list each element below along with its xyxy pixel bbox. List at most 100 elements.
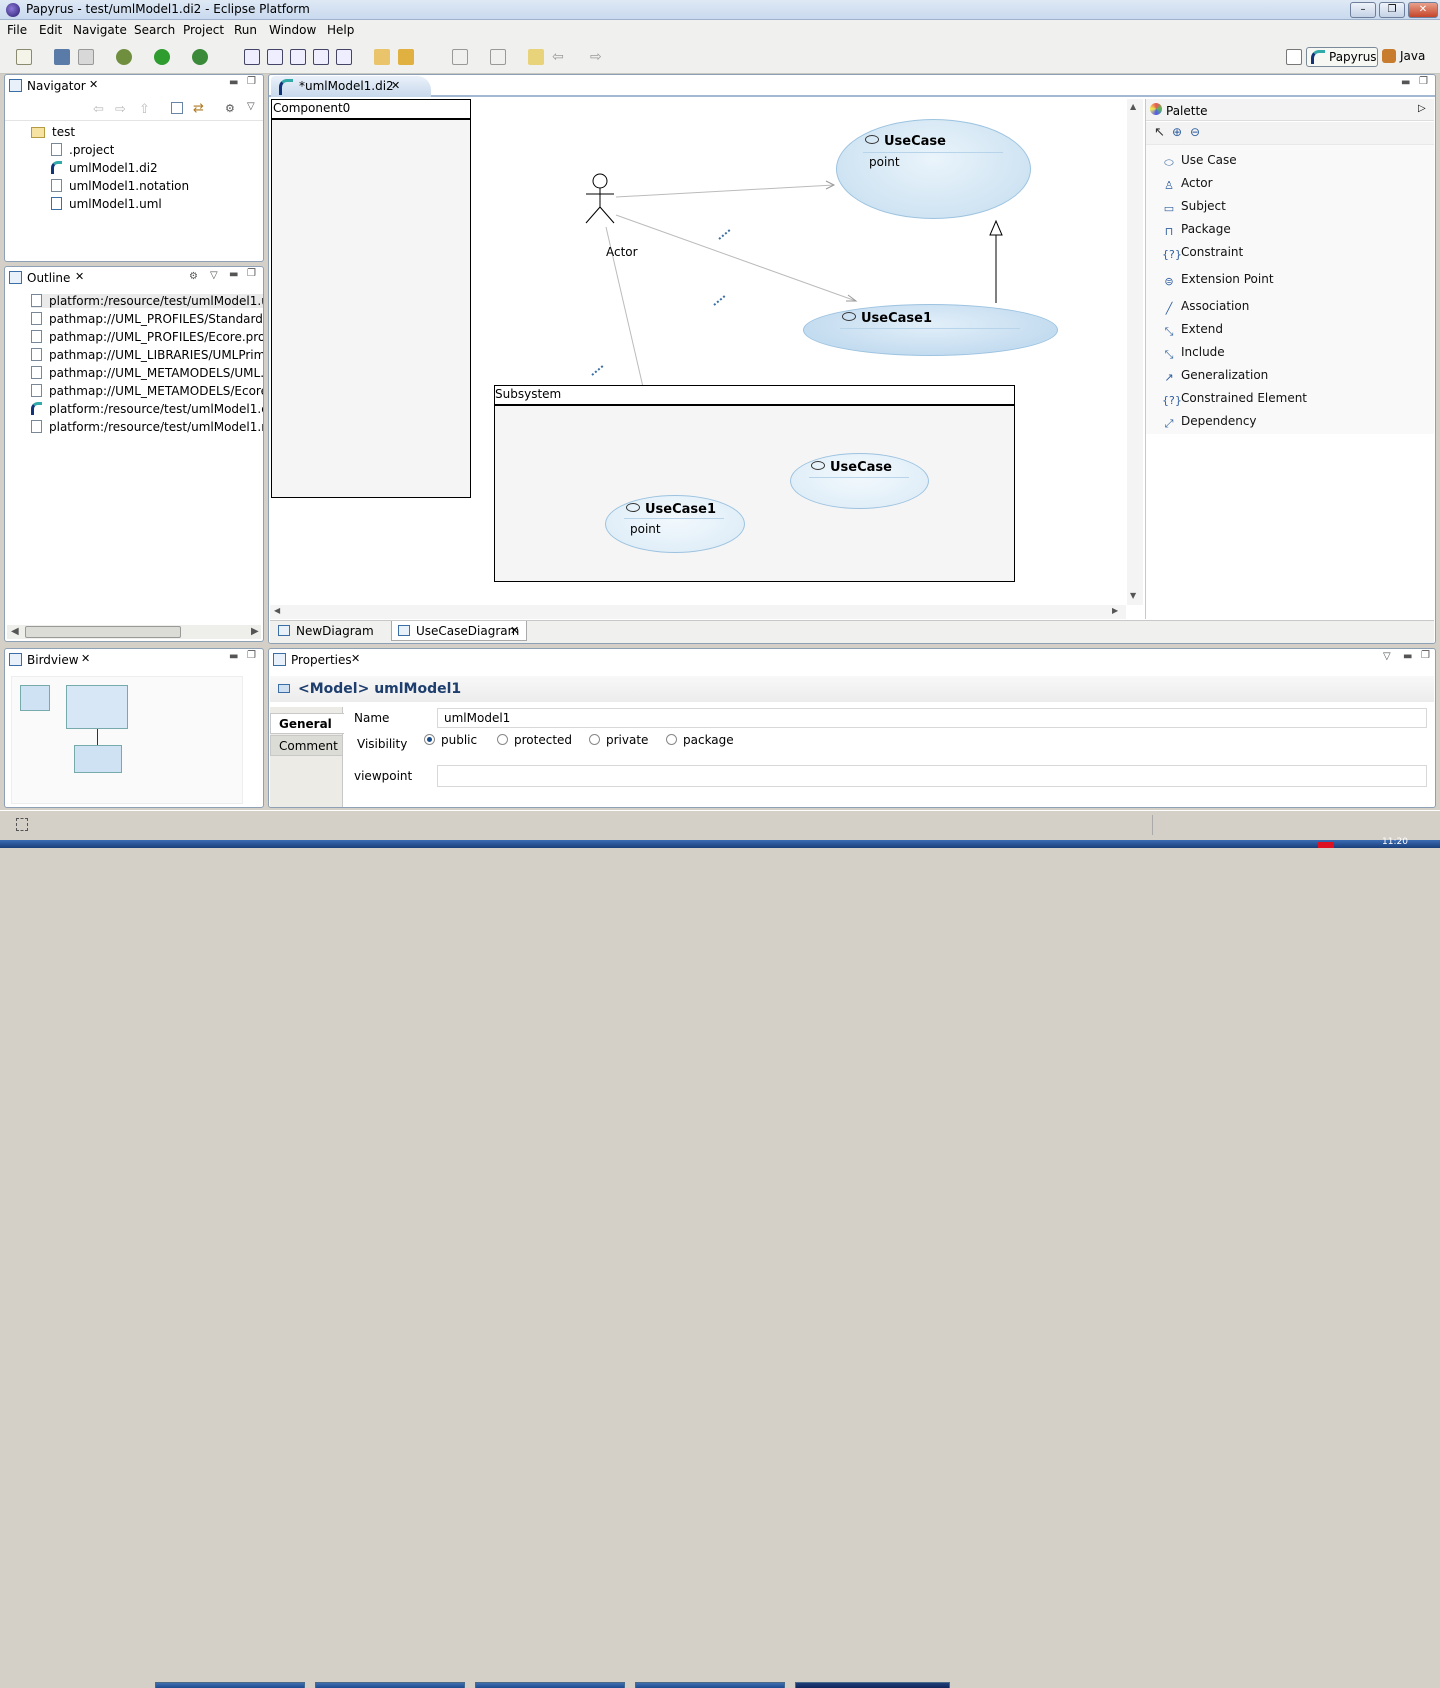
palette-item-extension-point[interactable]: ⊜ Extension Point <box>1162 272 1273 288</box>
menu-file[interactable]: File <box>7 23 27 37</box>
fast-view-icon[interactable] <box>16 818 28 831</box>
save-icon[interactable] <box>54 49 70 65</box>
tab-newdiagram[interactable]: NewDiagram <box>272 621 390 641</box>
palette-item-constraint[interactable]: {?}Constraint <box>1162 245 1243 261</box>
minimize-view-icon[interactable]: ▬ <box>1401 77 1410 88</box>
taskbar-button[interactable] <box>155 1682 305 1688</box>
run-icon[interactable] <box>154 49 170 65</box>
palette-item-extend[interactable]: ⤡ Extend <box>1162 322 1223 338</box>
visibility-public[interactable]: public <box>424 733 477 747</box>
link-editor-icon[interactable]: ⇄ <box>193 101 204 116</box>
maximize-view-icon[interactable]: ❐ <box>1421 650 1430 661</box>
minimize-view-icon[interactable]: ▬ <box>229 651 238 662</box>
birdview-tab[interactable]: Birdview ✕ <box>5 649 105 671</box>
route-icon[interactable] <box>336 49 352 65</box>
select-tool-icon[interactable]: ↖ <box>1154 125 1165 140</box>
outline-item[interactable]: pathmap://UML_LIBRARIES/UMLPrimitiv <box>31 348 263 362</box>
scroll-right-icon[interactable]: ▶ <box>251 626 259 637</box>
close-icon[interactable]: ✕ <box>351 652 360 665</box>
layout-icon[interactable] <box>244 49 260 65</box>
tray-icon[interactable] <box>1318 842 1334 848</box>
canvas-vertical-scrollbar[interactable]: ▲ ▼ <box>1127 99 1143 605</box>
palette-collapse-icon[interactable]: ▷ <box>1418 103 1426 114</box>
palette-item-include[interactable]: ⤡ Include <box>1162 345 1225 361</box>
close-icon[interactable]: ✕ <box>75 270 84 283</box>
component-node[interactable]: Component0 <box>271 99 471 498</box>
birdview-thumbnail[interactable] <box>11 676 243 804</box>
menu-help[interactable]: Help <box>327 23 354 37</box>
arrange-icon[interactable] <box>313 49 329 65</box>
maximize-view-icon[interactable]: ❐ <box>1419 76 1428 87</box>
menu-run[interactable]: Run <box>234 23 257 37</box>
association-line[interactable] <box>615 214 857 302</box>
back-icon[interactable]: ⇦ <box>552 49 568 65</box>
scroll-down-icon[interactable]: ▼ <box>1130 591 1136 600</box>
external-tools-icon[interactable] <box>192 49 208 65</box>
palette-item-association[interactable]: ╱ Association <box>1162 299 1250 315</box>
zoom-in-icon[interactable]: ⊕ <box>1172 125 1182 139</box>
close-button[interactable]: ✕ <box>1408 2 1438 18</box>
tree-item-project[interactable]: test <box>31 125 75 139</box>
menu-navigate[interactable]: Navigate <box>73 23 127 37</box>
close-icon[interactable]: ✕ <box>89 78 98 91</box>
taskbar-button[interactable] <box>795 1682 950 1688</box>
visibility-private[interactable]: private <box>589 733 648 747</box>
palette-item-actor[interactable]: ♙ Actor <box>1162 176 1213 192</box>
align-icon[interactable] <box>267 49 283 65</box>
palette-item-constrained-element[interactable]: {?}Constrained Element <box>1162 391 1307 407</box>
taskbar-button[interactable] <box>635 1682 785 1688</box>
outline-item[interactable]: pathmap://UML_METAMODELS/UML.m <box>31 366 263 380</box>
palette-item-dependency[interactable]: ⤢ Dependency <box>1162 414 1257 430</box>
diagram-canvas[interactable]: Component0 Actor UseCase point UseCase1 … <box>270 99 1126 605</box>
close-icon[interactable]: ✕ <box>510 624 519 637</box>
palette-item-generalization[interactable]: ↗ Generalization <box>1162 368 1268 384</box>
visibility-protected[interactable]: protected <box>497 733 572 747</box>
debug-icon[interactable] <box>116 49 132 65</box>
subsystem-node[interactable]: Subsystem <box>494 385 1015 582</box>
visibility-package[interactable]: package <box>666 733 734 747</box>
next-annotation-icon[interactable] <box>452 49 468 65</box>
minimize-view-icon[interactable]: ▬ <box>1403 651 1412 662</box>
view-menu-icon[interactable]: ▽ <box>247 101 255 112</box>
navigator-tab[interactable]: Navigator ✕ <box>5 75 115 97</box>
taskbar-button[interactable] <box>475 1682 625 1688</box>
forward-icon[interactable]: ⇨ <box>115 102 126 117</box>
properties-tab[interactable]: Properties ✕ <box>269 649 369 671</box>
maximize-button[interactable]: ❐ <box>1379 2 1405 18</box>
open-folder-icon[interactable] <box>374 49 390 65</box>
taskbar-button[interactable] <box>315 1682 465 1688</box>
collapse-all-icon[interactable] <box>171 102 183 114</box>
tree-item-file[interactable]: umlModel1.notation <box>51 179 189 193</box>
maximize-view-icon[interactable]: ❐ <box>247 650 256 661</box>
scroll-left-icon[interactable]: ◀ <box>11 626 19 637</box>
scroll-left-icon[interactable]: ◀ <box>274 606 280 615</box>
usecase-node[interactable]: UseCase1 <box>803 304 1058 356</box>
menu-window[interactable]: Window <box>269 23 316 37</box>
zoom-out-icon[interactable]: ⊖ <box>1190 125 1200 139</box>
viewpoint-field[interactable] <box>437 765 1427 787</box>
maximize-view-icon[interactable]: ❐ <box>247 76 256 87</box>
tab-general[interactable]: General <box>270 713 344 734</box>
scrollbar-thumb[interactable] <box>25 626 181 638</box>
association-line[interactable] <box>615 184 835 198</box>
print-icon[interactable] <box>78 49 94 65</box>
new-icon[interactable] <box>16 49 32 65</box>
tree-item-file[interactable]: umlModel1.uml <box>51 197 162 211</box>
actor-figure[interactable] <box>583 173 617 227</box>
up-icon[interactable]: ⇧ <box>139 102 150 117</box>
horizontal-scrollbar[interactable]: ◀ ▶ <box>7 625 261 639</box>
tree-item-file[interactable]: umlModel1.di2 <box>51 161 158 175</box>
menu-search[interactable]: Search <box>134 23 175 37</box>
name-field[interactable]: umlModel1 <box>437 708 1427 728</box>
menu-edit[interactable]: Edit <box>39 23 62 37</box>
palette-item-subject[interactable]: ▭ Subject <box>1162 199 1226 215</box>
minimize-view-icon[interactable]: ▬ <box>229 269 238 280</box>
palette-item-package[interactable]: ⊓ Package <box>1162 222 1231 238</box>
view-menu-icon[interactable]: ▽ <box>210 270 218 281</box>
outline-item[interactable]: pathmap://UML_PROFILES/Standard.pro <box>31 312 263 326</box>
open-perspective-icon[interactable] <box>1286 49 1302 65</box>
view-menu-icon[interactable]: ▽ <box>1383 651 1391 662</box>
perspective-papyrus[interactable]: Papyrus <box>1306 47 1378 67</box>
outline-tab[interactable]: Outline ✕ <box>5 267 105 289</box>
tree-item-file[interactable]: .project <box>51 143 114 157</box>
